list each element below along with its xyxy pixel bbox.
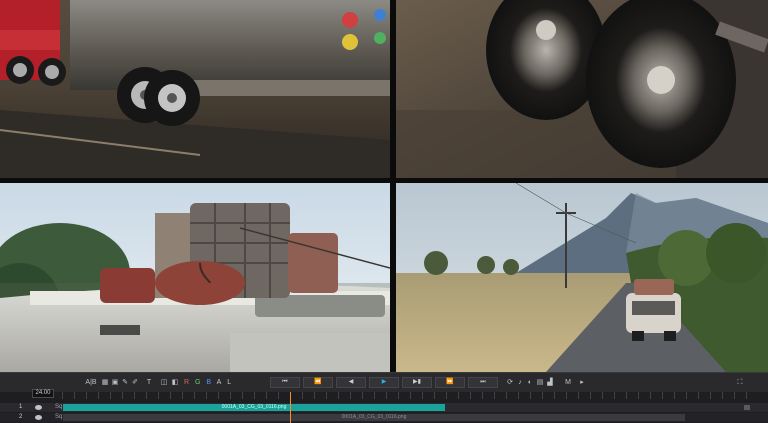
wipe-icon[interactable]: ◧ — [171, 377, 179, 388]
prev-keyframe-button[interactable]: ⏪ — [303, 377, 333, 388]
layout-icon[interactable]: ▦ — [101, 377, 109, 388]
track-label: Sq — [55, 414, 63, 420]
step-forward-button[interactable]: ▶▮ — [402, 377, 432, 388]
channel-a-button[interactable]: A — [217, 379, 222, 386]
channel-r-button[interactable]: R — [184, 379, 189, 386]
last-frame-button[interactable]: ⏭ — [468, 377, 498, 388]
timeline-panel: 24.00 1 Sq 0001A_03_CG_03_0116.png 2 Sq … — [0, 389, 768, 423]
loop-icon[interactable]: ⟳ — [506, 377, 514, 388]
playback-toolbar: A|B ▦ ▣ ✎ ✐ T ◫ ◧ R G B A L ⏮ ⏪ ◀ ▶ ▶▮ ⏩… — [0, 372, 768, 392]
track-row-1[interactable]: 1 Sq 0001A_03_CG_03_0116.png — [0, 403, 768, 412]
channel-l-button[interactable]: L — [227, 379, 231, 386]
lut-icon[interactable]: ▤ — [536, 377, 544, 388]
current-frame-field[interactable]: 24.00 — [32, 389, 54, 398]
compare-ab-button[interactable]: A|B — [84, 377, 98, 388]
wheel-closeup-image — [396, 0, 768, 178]
step-back-button[interactable]: ◀ — [336, 377, 366, 388]
first-frame-button[interactable]: ⏮ — [270, 377, 300, 388]
fullscreen-icon[interactable]: ⛶ — [735, 377, 745, 388]
visibility-icon[interactable] — [35, 415, 42, 420]
brush-icon[interactable]: ✎ — [121, 377, 129, 388]
clip-2[interactable]: 0001A_03_CG_03_0116.png — [63, 414, 685, 421]
viewer-pane-2[interactable] — [396, 0, 768, 178]
track-label: Sq — [55, 404, 63, 410]
pen-icon[interactable]: ✐ — [131, 377, 139, 388]
landscape-road-image — [396, 183, 768, 372]
channel-g-button[interactable]: G — [195, 379, 200, 386]
first-frame-icon: ⏮ — [282, 379, 288, 385]
text-tool-button[interactable]: T — [145, 377, 153, 388]
play-button[interactable]: ▶ — [369, 377, 399, 388]
viewer-pane-1[interactable] — [0, 0, 390, 178]
grid-icon[interactable]: ▣ — [111, 377, 119, 388]
track-row-2[interactable]: 2 Sq 0001A_03_CG_03_0116.png — [0, 413, 768, 422]
track-end-handle[interactable] — [744, 405, 750, 410]
play-icon: ▶ — [381, 379, 387, 385]
visibility-icon[interactable] — [35, 405, 42, 410]
histogram-icon[interactable]: ▟ — [546, 377, 554, 388]
next-keyframe-button[interactable]: ⏩ — [435, 377, 465, 388]
channel-b-button[interactable]: B — [206, 379, 211, 386]
step-back-icon: ◀ — [348, 379, 354, 385]
playhead[interactable] — [290, 392, 291, 423]
colour-icon[interactable]: ◐ — [526, 377, 534, 388]
audio-icon[interactable]: ♪ — [516, 377, 524, 388]
channel-selector[interactable]: R G B A L — [184, 377, 248, 388]
trailer-side-view-image — [0, 0, 390, 178]
roof-luggage-image — [0, 183, 390, 372]
track-number: 2 — [19, 414, 23, 420]
prev-keyframe-icon: ⏪ — [314, 379, 322, 385]
split-view-icon[interactable]: ◫ — [160, 377, 168, 388]
marker-button[interactable]: M — [563, 377, 573, 388]
next-keyframe-icon: ⏩ — [446, 379, 454, 385]
clip-1[interactable]: 0001A_03_CG_03_0116.png — [63, 404, 445, 411]
time-ruler[interactable] — [62, 392, 754, 399]
step-forward-icon: ▶▮ — [413, 379, 421, 385]
last-frame-icon: ⏭ — [480, 379, 486, 385]
viewer-pane-4[interactable] — [396, 183, 768, 372]
viewer-area — [0, 0, 768, 372]
viewer-pane-3[interactable] — [0, 183, 390, 372]
track-number: 1 — [19, 404, 23, 410]
marker-icon[interactable]: ▸ — [578, 377, 586, 388]
